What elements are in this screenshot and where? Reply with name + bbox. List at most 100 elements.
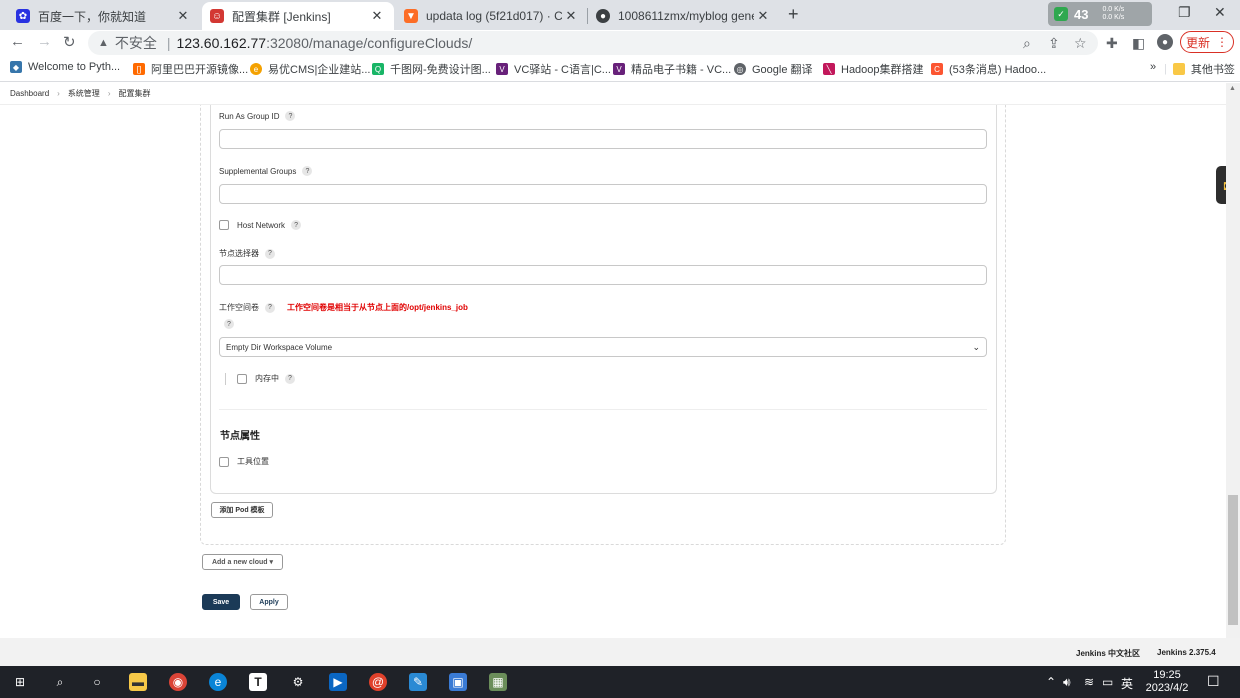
snail-app-icon[interactable]: @ (369, 673, 387, 691)
tab-title: updata log (5f21d017) · Commi (426, 9, 562, 23)
edge-icon[interactable]: e (209, 673, 227, 691)
bookmark-label: VC驿站 - C语言|C... (514, 64, 611, 76)
file-explorer-icon[interactable]: ▬ (129, 673, 147, 691)
folder-icon (1172, 63, 1185, 75)
windows-start-icon[interactable]: ⊞ (11, 673, 29, 691)
save-button[interactable]: Save (202, 594, 240, 610)
help-icon[interactable]: ? (285, 373, 295, 384)
supplemental-groups-input[interactable] (219, 184, 987, 204)
scroll-up-arrow-icon[interactable]: ▲ (1229, 85, 1236, 92)
close-icon[interactable]: ✕ (754, 8, 772, 24)
workspace-volume-label: 工作空间卷 ? 工作空间卷是相当于从节点上面的/opt/jenkins_job (219, 302, 468, 313)
apply-button[interactable]: Apply (250, 594, 288, 610)
tool-location-checkbox[interactable] (219, 456, 229, 467)
bookmark-google-translate[interactable]: ◎ Google 翻译 (734, 61, 813, 77)
update-label: 更新 (1185, 35, 1210, 50)
host-network-row[interactable]: Host Network ? (219, 220, 302, 230)
bookmark-qiantu[interactable]: Q 千图网-免费设计图... (372, 61, 491, 77)
help-icon[interactable]: ? (224, 319, 234, 329)
bookmark-python[interactable]: ◆ Welcome to Pyth... (10, 61, 120, 73)
close-icon[interactable]: ✕ (562, 8, 580, 24)
page-scrollbar[interactable]: ▲ (1226, 83, 1240, 638)
side-panel-icon[interactable]: ◧ (1132, 35, 1145, 52)
label-text: Supplemental Groups (219, 166, 297, 176)
footer-community-link[interactable]: Jenkins 中文社区 (1076, 648, 1140, 659)
help-icon[interactable]: ? (302, 166, 313, 176)
tool-location-row[interactable]: 工具位置 (219, 456, 269, 467)
share-icon[interactable]: ⇪ (1048, 35, 1060, 52)
extensions-puzzle-icon[interactable]: ✚ (1106, 35, 1118, 52)
help-icon[interactable]: ? (291, 220, 302, 230)
bookmark-eyou[interactable]: e 易优CMS|企业建站... (250, 61, 370, 77)
scrollbar-thumb[interactable] (1228, 495, 1238, 625)
bookmark-aliyun[interactable]: [] 阿里巴巴开源镜像... (133, 61, 248, 77)
zoom-search-icon[interactable]: ⌕ (1023, 35, 1031, 52)
add-new-cloud-button[interactable]: Add a new cloud ▾ (202, 554, 283, 570)
label-text: 内存中 (255, 374, 279, 383)
close-window-icon[interactable]: ✕ (1214, 4, 1226, 21)
wifi-icon[interactable]: ≋ (1084, 675, 1094, 689)
typora-icon[interactable]: T (249, 673, 267, 691)
search-icon[interactable]: ⌕ (51, 673, 69, 691)
battery-icon[interactable]: ▭ (1102, 675, 1113, 689)
new-tab-plus-icon[interactable]: + (788, 4, 799, 25)
bookmark-label: 易优CMS|企业建站... (268, 64, 371, 76)
node-selector-input[interactable] (219, 265, 987, 285)
gitlab-icon: ▼ (404, 9, 418, 23)
bookmark-star-icon[interactable]: ☆ (1074, 35, 1087, 52)
bookmark-hadoop[interactable]: ╲ Hadoop集群搭建 (823, 61, 924, 77)
bookmark-vc2[interactable]: V 精品电子书籍 - VC... (613, 61, 731, 77)
bookmarks-overflow[interactable]: » (1150, 61, 1156, 73)
in-memory-checkbox[interactable] (237, 373, 247, 384)
shield-check-icon: ✓ (1054, 7, 1068, 21)
address-divider: | (166, 35, 171, 51)
cortana-circle-icon[interactable]: ○ (88, 673, 106, 691)
notepad-icon[interactable]: ✎ (409, 673, 427, 691)
label-text: 工作空间卷 (219, 303, 259, 312)
python-icon: ◆ (10, 61, 22, 73)
reload-icon[interactable]: ↻ (63, 33, 76, 51)
restore-window-icon[interactable]: ❐ (1178, 4, 1191, 21)
page-content: Run As Group ID ? Supplemental Groups ? … (0, 105, 1226, 638)
run-as-group-label: Run As Group ID ? (219, 111, 296, 121)
breadcrumb-configure-clouds[interactable]: 配置集群 (118, 88, 150, 99)
footer-version[interactable]: Jenkins 2.375.4 (1157, 648, 1216, 657)
workspace-volume-select[interactable]: Empty Dir Workspace Volume ⌄ (219, 337, 987, 357)
tab-baidu[interactable]: ✿ 百度一下，你就知道 ✕ (8, 2, 200, 30)
bookmark-csdn[interactable]: C (53条消息) Hadoo... (931, 61, 1046, 77)
profile-avatar-icon[interactable]: ● (1157, 34, 1173, 50)
help-icon[interactable]: ? (265, 248, 275, 259)
chevron-right-icon: › (107, 89, 111, 98)
settings-gear-icon[interactable]: ⚙ (289, 673, 307, 691)
notification-icon[interactable]: ☐ (1207, 673, 1220, 690)
chrome-icon[interactable]: ◉ (169, 673, 187, 691)
address-bar[interactable]: ▲ 不安全 | 123.60.162.77:32080/manage/confi… (88, 31, 1098, 55)
tab-gitea[interactable]: ● 1008611zmx/myblog general ✕ (588, 2, 780, 30)
media-player-icon[interactable]: ▶ (329, 673, 347, 691)
taskbar-clock[interactable]: 19:25 2023/4/2 (1144, 669, 1190, 695)
remote-desktop-icon[interactable]: ▣ (449, 673, 467, 691)
tab-jenkins[interactable]: ☺ 配置集群 [Jenkins] ✕ (202, 2, 394, 30)
image-app-icon[interactable]: ▦ (489, 673, 507, 691)
host-network-checkbox[interactable] (219, 220, 229, 230)
close-icon[interactable]: ✕ (174, 8, 192, 24)
volume-icon[interactable]: 🔊︎ (1063, 675, 1071, 690)
help-icon[interactable]: ? (265, 302, 275, 313)
ime-indicator[interactable]: 英 (1121, 675, 1133, 692)
label-text: Run As Group ID (219, 111, 280, 121)
forward-arrow-icon[interactable]: → (37, 33, 52, 50)
pod-template-panel (210, 105, 997, 494)
tray-expand-icon[interactable]: ⌃ (1046, 675, 1056, 689)
breadcrumb-dashboard[interactable]: Dashboard (10, 89, 49, 98)
help-icon[interactable]: ? (285, 111, 296, 121)
breadcrumb-manage[interactable]: 系统管理 (68, 88, 100, 99)
run-as-group-input[interactable] (219, 129, 987, 149)
tab-gitlab[interactable]: ▼ updata log (5f21d017) · Commi ✕ (396, 2, 588, 30)
in-memory-row[interactable]: 内存中 ? (237, 373, 295, 384)
add-pod-template-button[interactable]: 添加 Pod 模板 (211, 502, 273, 518)
bookmark-vc1[interactable]: V VC驿站 - C语言|C... (496, 61, 611, 77)
bookmark-folder-other[interactable]: | 其他书签 (1164, 61, 1235, 77)
update-button[interactable]: 更新 ⋮ (1180, 31, 1234, 53)
back-arrow-icon[interactable]: ← (10, 33, 25, 50)
close-icon[interactable]: ✕ (368, 8, 386, 24)
